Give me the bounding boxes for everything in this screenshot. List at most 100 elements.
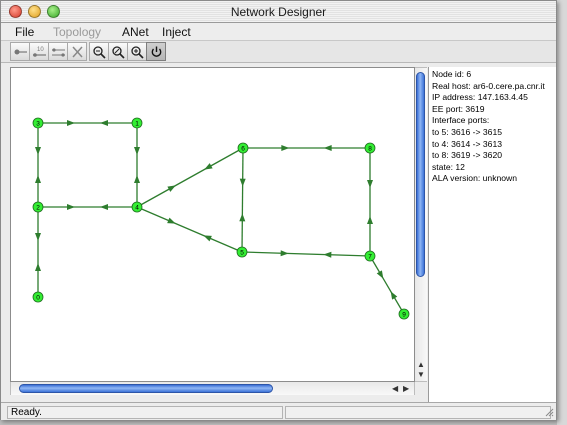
resize-grip-icon[interactable]: [544, 407, 554, 417]
link-arrow-icon: [167, 185, 176, 192]
link-arrow-icon: [323, 145, 332, 151]
toolbar: 10: [1, 41, 556, 63]
scroll-left-icon[interactable]: ◀: [392, 384, 398, 393]
info-ip-address: IP address: 147.163.4.45: [432, 92, 528, 103]
node-4[interactable]: 4: [131, 201, 143, 213]
scroll-down-icon[interactable]: ▼: [417, 370, 425, 379]
vertical-scrollbar[interactable]: ▲ ▼: [415, 67, 427, 382]
add-multi-link-icon: [52, 48, 65, 57]
link-arrow-icon: [367, 180, 373, 188]
network-graph[interactable]: 3 1 6 8 2 4 7 5 0 9: [11, 68, 414, 381]
add-node-icon: [14, 49, 27, 55]
node-0[interactable]: 0: [32, 291, 44, 303]
info-ee-port: EE port: 3619: [432, 103, 485, 114]
link-6-5[interactable]: [241, 147, 244, 253]
zoom-out-icon: [93, 46, 106, 59]
horizontal-scrollbar[interactable]: ◀ ▶: [10, 382, 415, 395]
vertical-scroll-thumb[interactable]: [416, 72, 425, 277]
link-arrow-icon: [167, 217, 176, 224]
link-arrow-icon: [67, 120, 75, 126]
link-arrow-icon: [100, 120, 108, 126]
svg-text:10: 10: [37, 47, 44, 53]
info-interface-ports-heading: Interface ports:: [432, 115, 490, 126]
link-arrow-icon: [390, 291, 398, 300]
node-1[interactable]: 1: [131, 117, 143, 129]
menu-bar: File Topology ANet Inject: [1, 23, 556, 41]
status-cell-secondary: [285, 406, 551, 419]
link-4-5[interactable]: [136, 206, 243, 253]
window-title: Network Designer: [230, 5, 327, 19]
link-7-9[interactable]: [369, 255, 405, 315]
topology-canvas[interactable]: 3 1 6 8 2 4 7 5 0 9: [10, 67, 415, 382]
info-port-to-5: to 5: 3616 -> 3615: [432, 126, 503, 137]
node-6[interactable]: 6: [237, 142, 249, 154]
zoom-reset-icon: [112, 46, 125, 59]
info-real-host: Real host: ar6-0.cere.pa.cnr.it: [432, 80, 545, 91]
link-arrow-icon: [100, 204, 108, 210]
node-label: 2: [36, 205, 40, 212]
add-link-icon: 10: [33, 47, 46, 57]
info-port-to-8: to 8: 3619 -> 3620: [432, 150, 503, 161]
menu-topology[interactable]: Topology: [53, 25, 101, 39]
power-icon: [151, 46, 162, 57]
node-9[interactable]: 9: [398, 308, 410, 320]
node-label: 8: [368, 146, 372, 153]
link-arrow-icon: [67, 204, 75, 210]
link-arrow-icon: [280, 250, 289, 257]
zoom-reset-button[interactable]: [108, 42, 128, 61]
scroll-up-icon[interactable]: ▲: [417, 360, 425, 369]
link-arrow-icon: [239, 178, 246, 187]
link-arrow-icon: [204, 163, 213, 170]
node-label: 0: [36, 295, 40, 302]
add-link-button[interactable]: 10: [29, 42, 49, 61]
node-3[interactable]: 3: [32, 117, 44, 129]
zoom-out-button[interactable]: [89, 42, 109, 61]
node-label: 4: [135, 205, 139, 212]
zoom-in-button[interactable]: [127, 42, 147, 61]
link-arrow-icon: [35, 233, 41, 241]
menu-inject[interactable]: Inject: [162, 25, 191, 39]
node-2[interactable]: 2: [32, 201, 44, 213]
status-cell: Ready.: [7, 406, 283, 419]
power-button[interactable]: [146, 42, 166, 61]
node-label: 3: [36, 121, 40, 128]
link-5-7[interactable]: [241, 251, 371, 257]
info-node-id: Node id: 6: [432, 69, 472, 79]
node-label: 7: [368, 254, 372, 261]
node-label: 6: [241, 146, 245, 153]
menu-file[interactable]: File: [15, 25, 34, 39]
node-label: 9: [402, 312, 406, 319]
link-arrow-icon: [281, 145, 290, 151]
status-text: Ready.: [11, 407, 42, 418]
link-arrow-icon: [367, 216, 373, 224]
desktop-edge: [557, 0, 567, 425]
menu-anet[interactable]: ANet: [122, 25, 149, 39]
delete-icon: [72, 46, 83, 58]
status-bar: Ready.: [1, 402, 556, 420]
node-5[interactable]: 5: [236, 246, 248, 258]
link-arrow-icon: [239, 213, 246, 222]
link-arrow-icon: [376, 270, 384, 279]
title-bar[interactable]: Network Designer: [1, 1, 556, 23]
node-8[interactable]: 8: [364, 142, 376, 154]
link-arrow-icon: [134, 175, 140, 183]
info-ala-version: ALA version: unknown: [432, 173, 518, 184]
add-multi-link-button[interactable]: [48, 42, 68, 61]
node-7[interactable]: 7: [364, 250, 376, 262]
node-info-panel: Node id: 6 Real host: ar6-0.cere.pa.cnr.…: [428, 67, 556, 402]
delete-button[interactable]: [67, 42, 87, 61]
info-state: state: 12: [432, 161, 465, 172]
link-4-6[interactable]: [136, 147, 244, 208]
node-label: 5: [240, 250, 244, 257]
link-arrow-icon: [35, 175, 41, 183]
horizontal-scroll-thumb[interactable]: [19, 384, 273, 393]
link-arrow-icon: [35, 263, 41, 271]
info-port-to-4: to 4: 3614 -> 3613: [432, 138, 503, 149]
link-arrow-icon: [35, 147, 41, 155]
app-window: Network Designer File Topology ANet Inje…: [0, 0, 557, 420]
scroll-right-icon[interactable]: ▶: [403, 384, 409, 393]
link-arrow-icon: [134, 147, 140, 155]
link-arrow-icon: [323, 251, 332, 258]
link-arrow-icon: [203, 235, 212, 242]
add-node-button[interactable]: [10, 42, 30, 61]
